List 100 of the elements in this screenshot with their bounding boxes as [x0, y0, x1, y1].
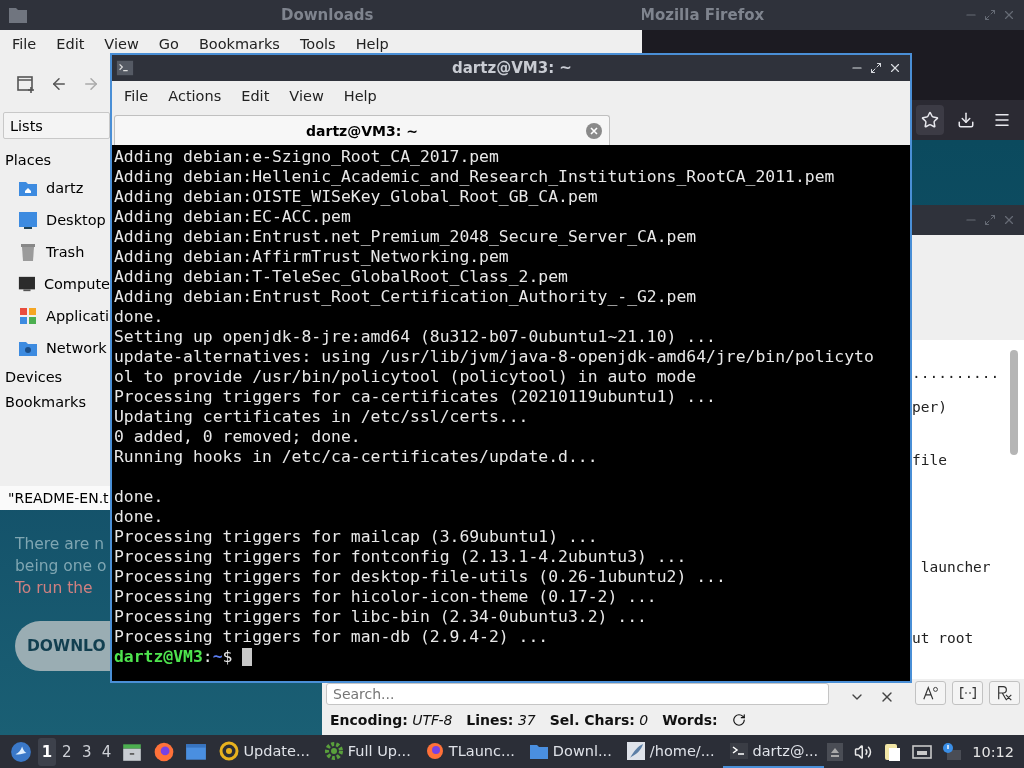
place-item[interactable]: Compute: [0, 268, 110, 300]
taskbar-task[interactable]: TLaunc...: [418, 735, 521, 768]
terminal-line: ol to provide /usr/bin/policytool (policytool) in auto mode: [114, 367, 697, 387]
terminal-line: done.: [114, 487, 164, 507]
menu-item[interactable]: View: [94, 36, 149, 52]
workspace-button[interactable]: 2: [57, 737, 76, 766]
place-item[interactable]: Trash: [0, 236, 110, 268]
menu-item[interactable]: File: [2, 36, 47, 52]
eject-icon: [826, 741, 845, 762]
gear-icon: [323, 740, 344, 761]
taskbar-task[interactable]: Update...: [213, 735, 316, 768]
volume-icon[interactable]: [854, 742, 873, 761]
close-icon: [585, 121, 603, 140]
terminal-line: Processing triggers for ca-certificates (20210119ubuntu1) ...: [114, 387, 716, 407]
workspace-button[interactable]: 4: [97, 737, 116, 766]
status-text: Sel. Chars: 0: [549, 712, 649, 728]
download-button[interactable]: DOWNLO: [15, 621, 110, 671]
shell-prompt: dartz@VM3:~$: [114, 647, 233, 667]
scrollbar-thumb[interactable]: [1010, 350, 1018, 455]
bookmark-star-button[interactable]: [916, 105, 944, 135]
download-icon: [957, 111, 975, 129]
taskbar-task[interactable]: dartz@...: [722, 735, 825, 768]
start-menu-icon: [10, 740, 32, 763]
section-header[interactable]: Devices: [0, 364, 68, 389]
terminal-line: Adding debian:Entrust.net_Premium_2048_Secure_Server_CA.pem: [114, 227, 697, 247]
terminal-line: Adding debian:Hellenic_Academic_and_Research_Institutions_RootCA_2011.pem: [114, 167, 835, 187]
status-text: "README-EN.t: [8, 490, 109, 506]
menu-item[interactable]: Help: [333, 88, 387, 104]
search-field[interactable]: Search...: [326, 683, 829, 705]
terminal-line: done.: [114, 307, 164, 327]
terminal-line: Adding debian:T-TeleSec_GlobalRoot_Class_2.pem: [114, 267, 568, 287]
page-text: There are n: [15, 534, 105, 555]
menu-item[interactable]: Edit: [46, 36, 95, 52]
terminal-line: update-alternatives: using /usr/lib/jvm/java-8-openjdk-amd64/jre/bin/policyto: [114, 347, 874, 367]
editor-line: file: [912, 451, 947, 469]
match-case-icon: [921, 684, 940, 702]
regex-button[interactable]: [989, 681, 1020, 705]
place-label: Network: [46, 340, 107, 356]
place-item[interactable]: Applicati: [0, 300, 110, 332]
terminal-line: Adding debian:e-Szigno_Root_CA_2017.pem: [114, 147, 499, 167]
folder-icon: [8, 5, 28, 25]
place-item[interactable]: Desktop: [0, 204, 110, 236]
place-label: Compute: [43, 276, 110, 292]
maximize-icon[interactable]: [870, 62, 882, 74]
window-title: dartz@VM3: ~: [452, 59, 572, 77]
terminal-line: Processing triggers for desktop-file-utils (0.26-1ubuntu2) ...: [114, 567, 726, 587]
close-icon[interactable]: [888, 61, 902, 75]
workspace-button[interactable]: 1: [38, 737, 56, 766]
menu-icon: [993, 111, 1011, 129]
editor-line: ut root: [912, 629, 974, 647]
menu-item[interactable]: Tools: [289, 36, 346, 52]
new-tab-icon: [16, 74, 36, 94]
page-text: To run the: [15, 578, 93, 599]
match-case-button[interactable]: [915, 681, 946, 705]
section-header[interactable]: Places: [0, 147, 57, 172]
firefox-icon: [153, 740, 176, 763]
status-text: Lines: 37: [466, 712, 536, 728]
terminal-tab[interactable]: dartz@VM3: ~: [114, 115, 610, 145]
notification-icon: [942, 741, 963, 762]
workspace-button[interactable]: 3: [77, 737, 96, 766]
place-item[interactable]: Network: [0, 332, 110, 364]
window-title: Mozilla Firefox: [640, 6, 765, 24]
whole-word-button[interactable]: [952, 681, 983, 705]
back-icon[interactable]: [50, 75, 68, 93]
menu-item[interactable]: Bookmarks: [188, 36, 290, 52]
monitor-icon: [18, 274, 36, 294]
page-text: being one o: [15, 556, 107, 577]
terminal-line: 0 added, 0 removed; done.: [114, 427, 361, 447]
place-label: dartz: [46, 180, 84, 196]
terminal-line: Processing triggers for mailcap (3.69ubuntu1) ...: [114, 527, 598, 547]
menu-item[interactable]: Edit: [231, 88, 280, 104]
menu-item[interactable]: View: [279, 88, 334, 104]
section-header[interactable]: Bookmarks: [0, 389, 91, 414]
desktop-icon: [18, 210, 38, 230]
place-label: Applicati: [46, 308, 109, 324]
terminal-line: Processing triggers for man-db (2.9.4-2) ...: [114, 627, 549, 647]
taskbar-task[interactable]: Full Up...: [317, 735, 417, 768]
place-item[interactable]: dartz: [0, 172, 110, 204]
terminal-line: Setting up openjdk-8-jre:amd64 (8u312-b07-0ubuntu1~21.10) ...: [114, 327, 716, 347]
taskbar-task[interactable]: /home/...: [619, 735, 721, 768]
terminal-line: Adding debian:AffirmTrust_Networking.pem: [114, 247, 509, 267]
menu-item[interactable]: Actions: [158, 88, 232, 104]
clock[interactable]: 10:12: [972, 743, 1014, 760]
refresh-icon[interactable]: [731, 713, 746, 727]
side-pane-mode-dropdown[interactable]: Lists: [3, 112, 110, 139]
clipboard-icon: [882, 741, 903, 762]
terminal-icon: [728, 740, 749, 761]
menu-item[interactable]: Go: [148, 36, 189, 52]
terminal-line: Processing triggers for libc-bin (2.34-0ubuntu3.2) ...: [114, 607, 647, 627]
editor-line: launcher: [919, 558, 991, 576]
terminal-line: Updating certificates in /etc/ssl/certs...: [114, 407, 529, 427]
terminal-line: Adding debian:Entrust_Root_Certification_Authority_-_G2.pem: [114, 287, 697, 307]
terminal-line: Running hooks in /etc/ca-certificates/update.d...: [114, 447, 598, 467]
apps-grid-icon: [18, 306, 38, 326]
regex-icon: [995, 684, 1014, 702]
menu-item[interactable]: Help: [345, 36, 399, 52]
terminal-line: done.: [114, 507, 164, 527]
star-icon: [921, 111, 939, 129]
taskbar-task[interactable]: Downl...: [522, 735, 618, 768]
menu-item[interactable]: File: [114, 88, 159, 104]
